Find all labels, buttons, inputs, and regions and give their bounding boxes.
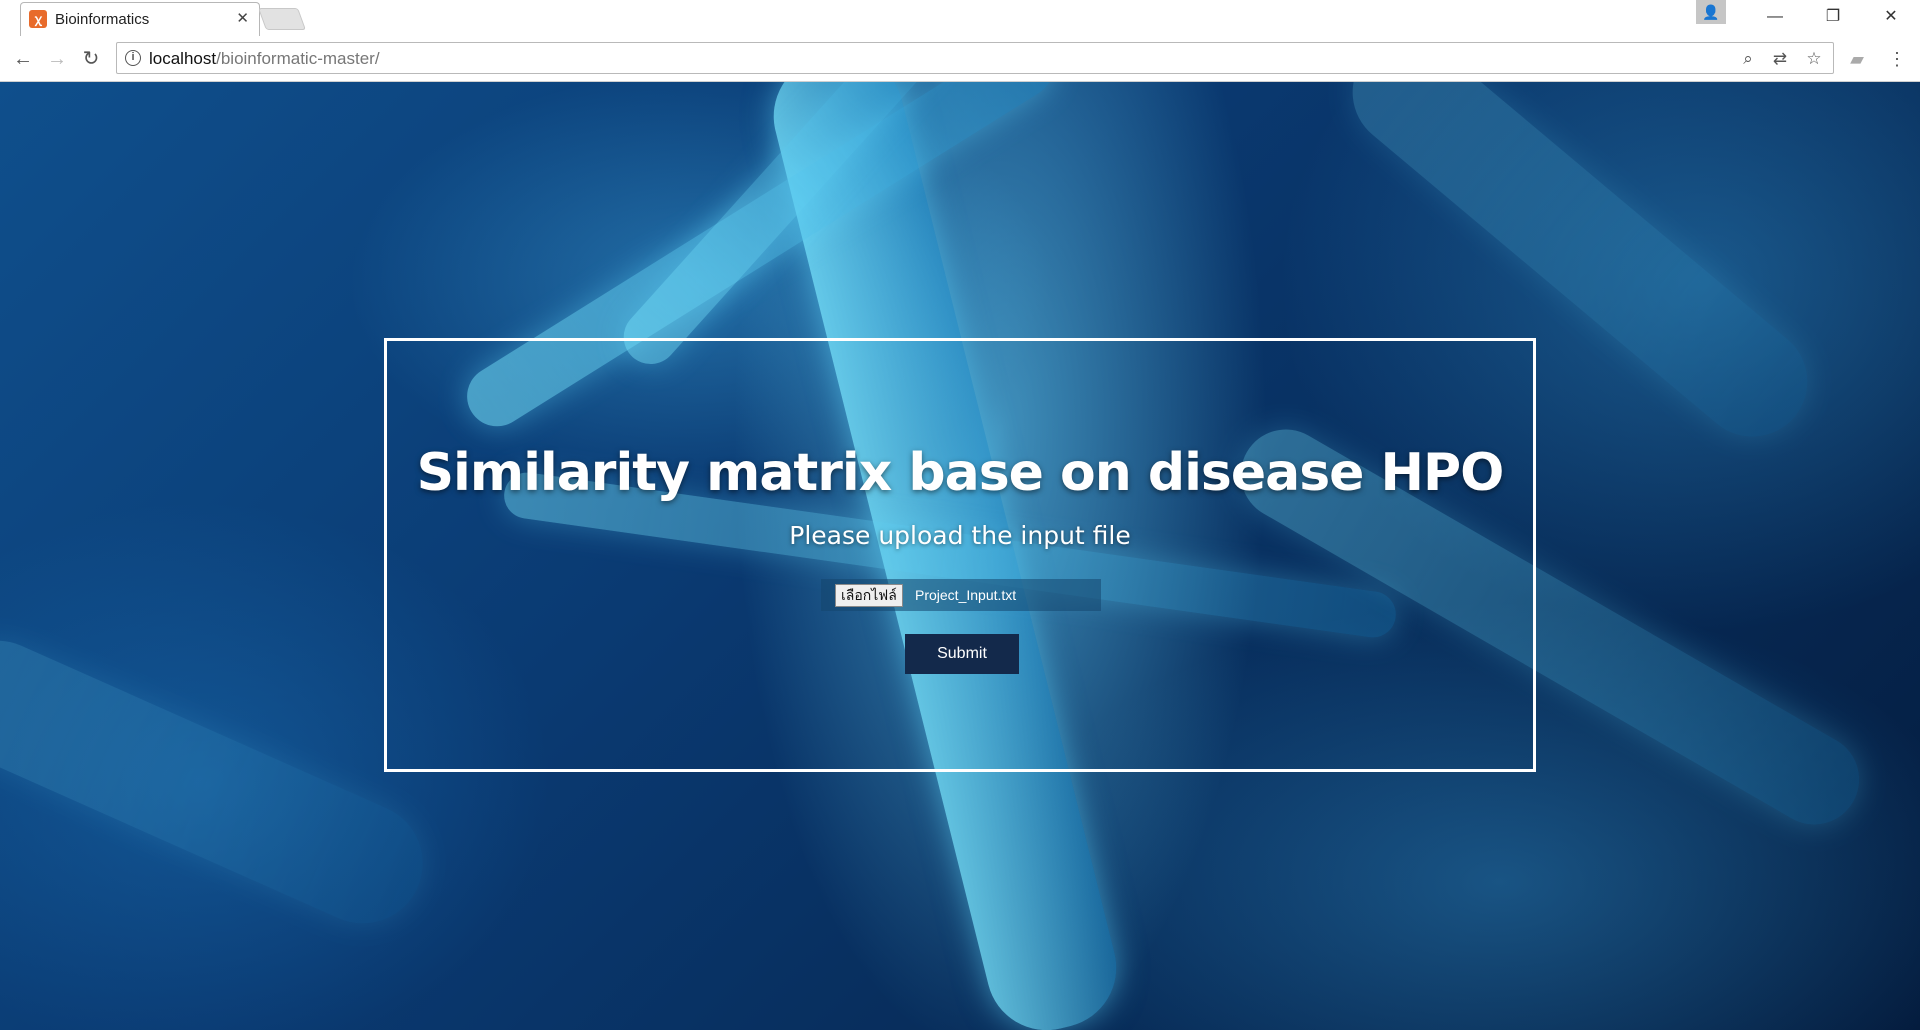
choose-file-button[interactable]: เลือกไฟล์ — [835, 584, 903, 607]
page-subtitle: Please upload the input file — [789, 521, 1131, 550]
restore-button[interactable]: ❐ — [1804, 0, 1862, 34]
reload-icon[interactable]: ↻ — [78, 46, 104, 72]
file-input[interactable]: เลือกไฟล์ Project_Input.txt — [821, 579, 1101, 611]
forward-icon[interactable]: → — [44, 46, 70, 72]
star-icon[interactable]: ☆ — [1803, 48, 1825, 70]
close-window-button[interactable]: ✕ — [1862, 0, 1920, 34]
info-icon[interactable]: i — [125, 50, 141, 66]
page-viewport: Similarity matrix base on disease HPO Pl… — [0, 82, 1920, 1030]
menu-icon[interactable]: ⋮ — [1884, 46, 1910, 72]
url-path: /bioinformatic-master/ — [216, 49, 380, 68]
url-text[interactable]: localhost/bioinformatic-master/ — [149, 49, 380, 69]
submit-button[interactable]: Submit — [905, 634, 1019, 674]
tab-title: Bioinformatics — [55, 11, 150, 28]
tab-strip: ꭓ Bioinformatics ✕ 👤 — ❐ ✕ — [0, 0, 1920, 36]
url-host: localhost — [149, 49, 217, 68]
extension-icon[interactable]: ▰ — [1844, 46, 1870, 72]
upload-panel: Similarity matrix base on disease HPO Pl… — [384, 338, 1536, 772]
profile-icon[interactable]: 👤 — [1696, 0, 1726, 24]
back-icon[interactable]: ← — [10, 46, 36, 72]
minimize-button[interactable]: — — [1746, 0, 1804, 34]
browser-tab[interactable]: ꭓ Bioinformatics ✕ — [20, 2, 260, 36]
translate-icon[interactable]: ⇄ — [1769, 48, 1791, 70]
close-icon[interactable]: ✕ — [236, 9, 249, 27]
window-controls: 👤 — ❐ ✕ — [1696, 0, 1920, 36]
selected-file-name: Project_Input.txt — [915, 587, 1017, 603]
xampp-icon: ꭓ — [29, 10, 47, 28]
page-title: Similarity matrix base on disease HPO — [416, 443, 1505, 503]
new-tab-button[interactable] — [257, 8, 307, 30]
address-bar[interactable]: i localhost/bioinformatic-master/ ⌕ ⇄ ☆ — [116, 42, 1834, 74]
zoom-icon[interactable]: ⌕ — [1737, 48, 1759, 70]
browser-toolbar: ← → ↻ i localhost/bioinformatic-master/ … — [0, 36, 1920, 82]
